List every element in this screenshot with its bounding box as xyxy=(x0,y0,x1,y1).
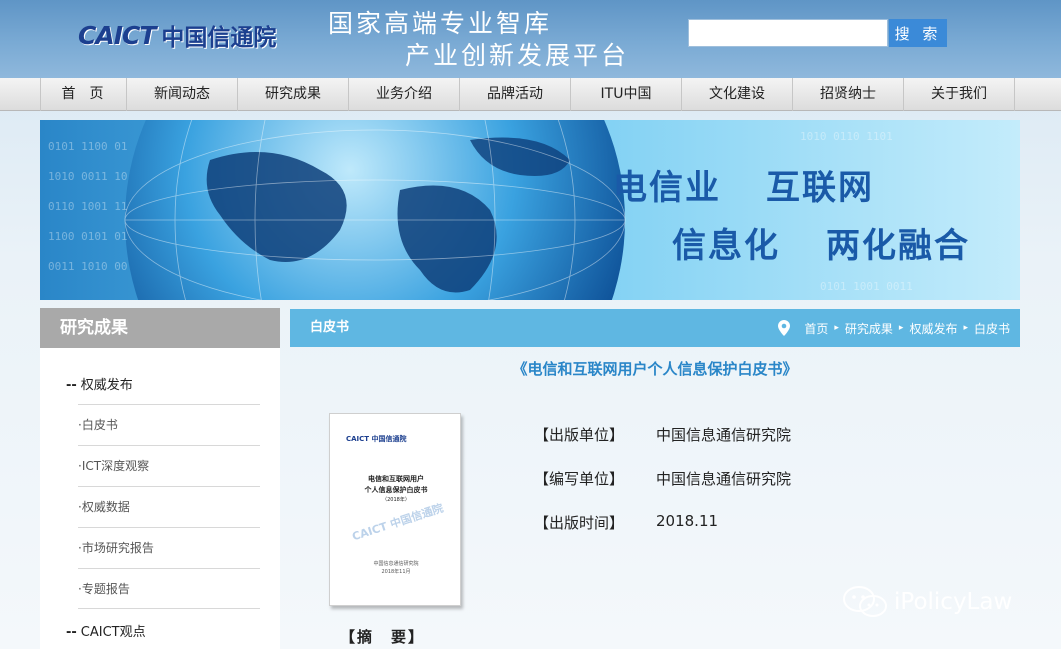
sidebar-item-special-report[interactable]: ·专题报告 xyxy=(78,568,260,609)
banner-text-integration: 两化融合 xyxy=(826,226,970,266)
sidebar-item-label: 专题报告 xyxy=(81,582,130,596)
sidebar-item-authoritative-data[interactable]: ·权威数据 xyxy=(78,486,260,527)
breadcrumb-whitepaper[interactable]: 白皮书 xyxy=(974,320,1010,337)
cover-watermark: CAICT 中国信通院 xyxy=(350,501,445,544)
info-row-date: 【出版时间】 2018.11 xyxy=(534,512,718,533)
section-title: 白皮书 xyxy=(310,320,350,335)
nav-item-research[interactable]: 研究成果 xyxy=(238,78,349,111)
nav-item-culture[interactable]: 文化建设 xyxy=(682,78,793,111)
slogan-line1: 国家高端专业智库 xyxy=(328,9,553,38)
svg-text:1100 0101 01: 1100 0101 01 xyxy=(48,230,127,243)
location-pin-icon xyxy=(778,320,791,336)
site-logo[interactable]: CAICT 中国信通院 xyxy=(78,20,277,52)
info-row-publisher: 【出版单位】 中国信息通信研究院 xyxy=(534,424,791,445)
cover-title-line2: 个人信息保护白皮书 xyxy=(364,486,428,494)
nav-item-events[interactable]: 品牌活动 xyxy=(460,78,571,111)
sidebar: 研究成果 -- 权威发布 ·白皮书 ·ICT深度观察 ·权威数据 ·市场研究报告 … xyxy=(40,308,280,649)
breadcrumb-authoritative[interactable]: 权威发布 xyxy=(909,320,957,337)
cover-title-line1: 电信和互联网用户 xyxy=(368,475,424,483)
sidebar-item-label: 市场研究报告 xyxy=(81,541,154,555)
search-input[interactable] xyxy=(688,19,888,47)
dash-marker: -- xyxy=(66,625,77,640)
document-title: 《电信和互联网用户个人信息保护白皮书》 xyxy=(512,360,798,378)
hero-banner: 0101 1100 01 1010 0011 10 0110 1001 11 1… xyxy=(40,120,1020,300)
cover-logo: CAICT 中国信通院 xyxy=(346,435,407,443)
sidebar-item-ict-insight[interactable]: ·ICT深度观察 xyxy=(78,445,260,486)
abstract-label: 【摘 要】 xyxy=(340,628,426,646)
search-button[interactable]: 搜 索 xyxy=(889,19,947,47)
main-nav: 首页 新闻动态 研究成果 业务介绍 品牌活动 ITU中国 文化建设 招贤纳士 关… xyxy=(0,78,1061,111)
nav-item-home[interactable]: 首页 xyxy=(41,78,127,111)
chevron-right-icon: ▸ xyxy=(898,323,904,333)
info-value: 中国信息通信研究院 xyxy=(656,426,792,444)
dash-marker: -- xyxy=(66,378,77,393)
wechat-icon xyxy=(843,586,887,617)
logo-text: 中国信通院 xyxy=(161,25,277,51)
info-value: 中国信息通信研究院 xyxy=(656,470,792,488)
document-cover[interactable]: CAICT 中国信通院 电信和互联网用户 个人信息保护白皮书 （2018年） C… xyxy=(329,413,461,606)
nav-item-news[interactable]: 新闻动态 xyxy=(127,78,238,111)
info-value: 2018.11 xyxy=(656,512,719,530)
cover-year: （2018年） xyxy=(382,497,410,503)
sidebar-category-authoritative[interactable]: -- 权威发布 xyxy=(66,374,133,393)
logo-mark: CAICT xyxy=(78,20,156,50)
nav-item-careers[interactable]: 招贤纳士 xyxy=(793,78,904,111)
banner-text-informatization: 信息化 xyxy=(672,226,780,266)
sidebar-item-label: ICT深度观察 xyxy=(81,459,150,473)
info-row-author: 【编写单位】 中国信息通信研究院 xyxy=(534,468,791,489)
banner-text-telecom: 电信业 xyxy=(613,168,721,208)
nav-item-itu[interactable]: ITU中国 xyxy=(571,78,682,111)
sidebar-title: 研究成果 xyxy=(40,308,280,348)
svg-text:0101 1100 01: 0101 1100 01 xyxy=(48,140,127,153)
chevron-right-icon: ▸ xyxy=(834,323,839,333)
breadcrumb-home[interactable]: 首页 xyxy=(804,320,828,337)
info-label: 【编写单位】 xyxy=(534,470,625,488)
info-label: 【出版单位】 xyxy=(534,426,625,444)
watermark-text: iPolicyLaw xyxy=(894,589,1013,615)
svg-text:0110 1001 11: 0110 1001 11 xyxy=(48,200,127,213)
slogan-line2: 产业创新发展平台 xyxy=(405,41,630,70)
globe-graphic: 0101 1100 01 1010 0011 10 0110 1001 11 1… xyxy=(48,120,913,300)
svg-text:1010 0110 1101: 1010 0110 1101 xyxy=(800,130,893,143)
sidebar-item-whitepaper[interactable]: ·白皮书 xyxy=(78,404,260,445)
info-label: 【出版时间】 xyxy=(534,514,625,532)
sidebar-item-market-report[interactable]: ·市场研究报告 xyxy=(78,527,260,568)
cover-footer-date: 2018年11月 xyxy=(381,569,411,575)
chevron-right-icon: ▸ xyxy=(963,323,968,333)
svg-text:1010 0011 10: 1010 0011 10 xyxy=(48,170,127,183)
site-header: CAICT 中国信通院 国家高端专业智库 产业创新发展平台 搜 索 xyxy=(0,0,1061,78)
cover-footer-org: 中国信息通信研究院 xyxy=(373,561,419,567)
nav-item-about[interactable]: 关于我们 xyxy=(904,78,1015,111)
section-header-bar: 白皮书 首页 ▸ 研究成果 ▸ 权威发布 ▸ 白皮书 xyxy=(290,309,1020,347)
breadcrumb-research[interactable]: 研究成果 xyxy=(845,320,893,337)
svg-text:0011 1010 00: 0011 1010 00 xyxy=(48,260,127,273)
banner-text-internet: 互联网 xyxy=(766,168,874,208)
sidebar-item-label: 白皮书 xyxy=(81,418,118,432)
sidebar-item-label: 权威数据 xyxy=(81,500,130,514)
nav-item-business[interactable]: 业务介绍 xyxy=(349,78,460,111)
sidebar-category-caict-views[interactable]: -- CAICT观点 xyxy=(66,621,146,640)
sidebar-category-label: CAICT观点 xyxy=(80,625,146,640)
channel-watermark: iPolicyLaw xyxy=(842,585,1012,619)
breadcrumb: 首页 ▸ 研究成果 ▸ 权威发布 ▸ 白皮书 xyxy=(778,309,1010,347)
sidebar-category-label: 权威发布 xyxy=(80,378,133,393)
svg-text:0101 1001 0011: 0101 1001 0011 xyxy=(820,280,913,293)
